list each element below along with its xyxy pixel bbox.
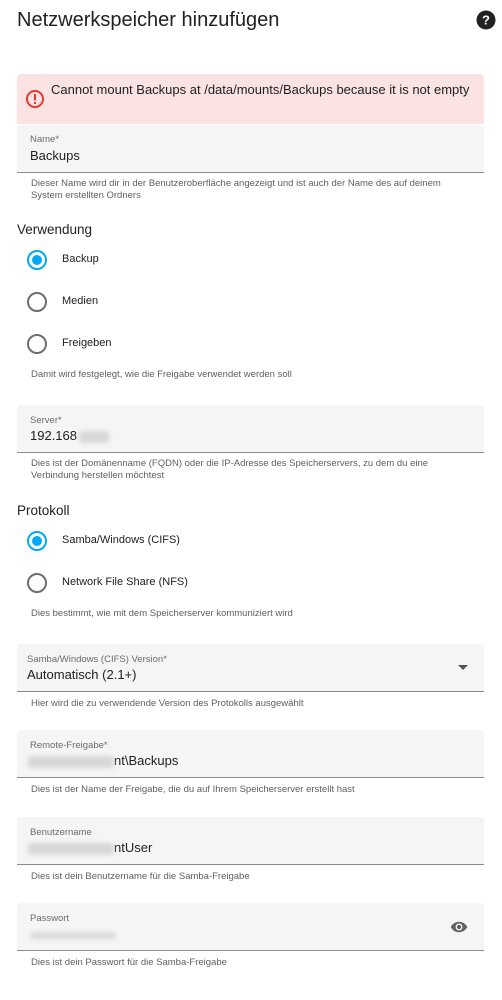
username-helper-text: Dies ist dein Benutzername für die Samba…	[31, 871, 250, 882]
radio-button-checked[interactable]	[27, 250, 47, 270]
remote-share-value-text: nt\Backups	[114, 753, 179, 768]
radio-button-checked[interactable]	[27, 531, 47, 551]
password-field[interactable]: Passwort	[17, 903, 484, 951]
password-value	[30, 927, 116, 942]
remote-share-label: Remote-Freigabe*	[30, 740, 108, 751]
usage-section-title: Verwendung	[17, 222, 93, 237]
protocol-helper-text: Dies bestimmt, wie mit dem Speicherserve…	[31, 608, 293, 619]
username-label: Benutzername	[30, 827, 92, 838]
eye-icon[interactable]	[450, 920, 468, 934]
version-helper-text: Hier wird die zu verwendende Version des…	[31, 698, 304, 709]
radio-protocol-nfs[interactable]: Network File Share (NFS)	[27, 572, 347, 594]
name-field-label: Name*	[30, 134, 60, 145]
radio-label: Network File Share (NFS)	[62, 576, 188, 588]
server-field-label: Server*	[30, 415, 62, 426]
username-value: ntUser	[28, 840, 152, 855]
redacted-blur	[79, 430, 109, 443]
radio-label: Freigeben	[62, 337, 112, 349]
dropdown-arrow-icon[interactable]	[458, 665, 468, 670]
radio-usage-backup[interactable]: Backup	[27, 249, 347, 271]
radio-usage-media[interactable]: Medien	[27, 291, 347, 313]
cifs-version-value: Automatisch (2.1+)	[27, 667, 137, 682]
redacted-blur	[28, 755, 114, 768]
radio-protocol-cifs[interactable]: Samba/Windows (CIFS)	[27, 530, 347, 552]
protocol-section-title: Protokoll	[17, 503, 70, 518]
error-alert: Cannot mount Backups at /data/mounts/Bac…	[17, 74, 484, 124]
remote-share-field[interactable]: Remote-Freigabe* nt\Backups	[17, 730, 484, 778]
server-value-text: 192.168	[30, 428, 77, 443]
password-label: Passwort	[30, 913, 70, 924]
alert-message: Cannot mount Backups at /data/mounts/Bac…	[51, 82, 470, 97]
name-field-value: Backups	[30, 148, 80, 163]
dialog-title: Netzwerkspeicher hinzufügen	[17, 9, 280, 31]
radio-label: Medien	[62, 295, 99, 307]
radio-button[interactable]	[27, 573, 47, 593]
server-field-value: 192.168	[30, 428, 109, 443]
name-field[interactable]: Name* Backups	[17, 125, 484, 173]
cifs-version-select[interactable]: Samba/Windows (CIFS) Version* Automatisc…	[17, 644, 484, 692]
radio-label: Backup	[62, 253, 99, 265]
dialog-header: Netzwerkspeicher hinzufügen ?	[17, 8, 496, 36]
cifs-version-label: Samba/Windows (CIFS) Version*	[27, 654, 167, 665]
radio-usage-share[interactable]: Freigeben	[27, 333, 347, 355]
svg-text:?: ?	[482, 13, 490, 28]
alert-circle-icon	[26, 90, 44, 108]
radio-button[interactable]	[27, 292, 47, 312]
server-helper-text: Dies ist der Domänenname (FQDN) oder die…	[31, 458, 429, 481]
name-helper-text: Dieser Name wird dir in der Benutzerober…	[31, 178, 441, 201]
server-field[interactable]: Server* 192.168	[17, 405, 484, 453]
share-helper-text: Dies ist der Name der Freigabe, die du a…	[31, 784, 355, 795]
masked-password	[30, 932, 116, 940]
usage-helper-text: Damit wird festgelegt, wie die Freigabe …	[31, 369, 292, 380]
redacted-blur	[28, 842, 114, 855]
remote-share-value: nt\Backups	[28, 753, 178, 768]
username-value-text: ntUser	[114, 840, 153, 855]
radio-label: Samba/Windows (CIFS)	[62, 534, 180, 546]
radio-button[interactable]	[27, 334, 47, 354]
password-helper-text: Dies ist dein Passwort für die Samba-Fre…	[31, 957, 227, 968]
help-circle-icon[interactable]: ?	[476, 10, 496, 30]
username-field[interactable]: Benutzername ntUser	[17, 817, 484, 865]
